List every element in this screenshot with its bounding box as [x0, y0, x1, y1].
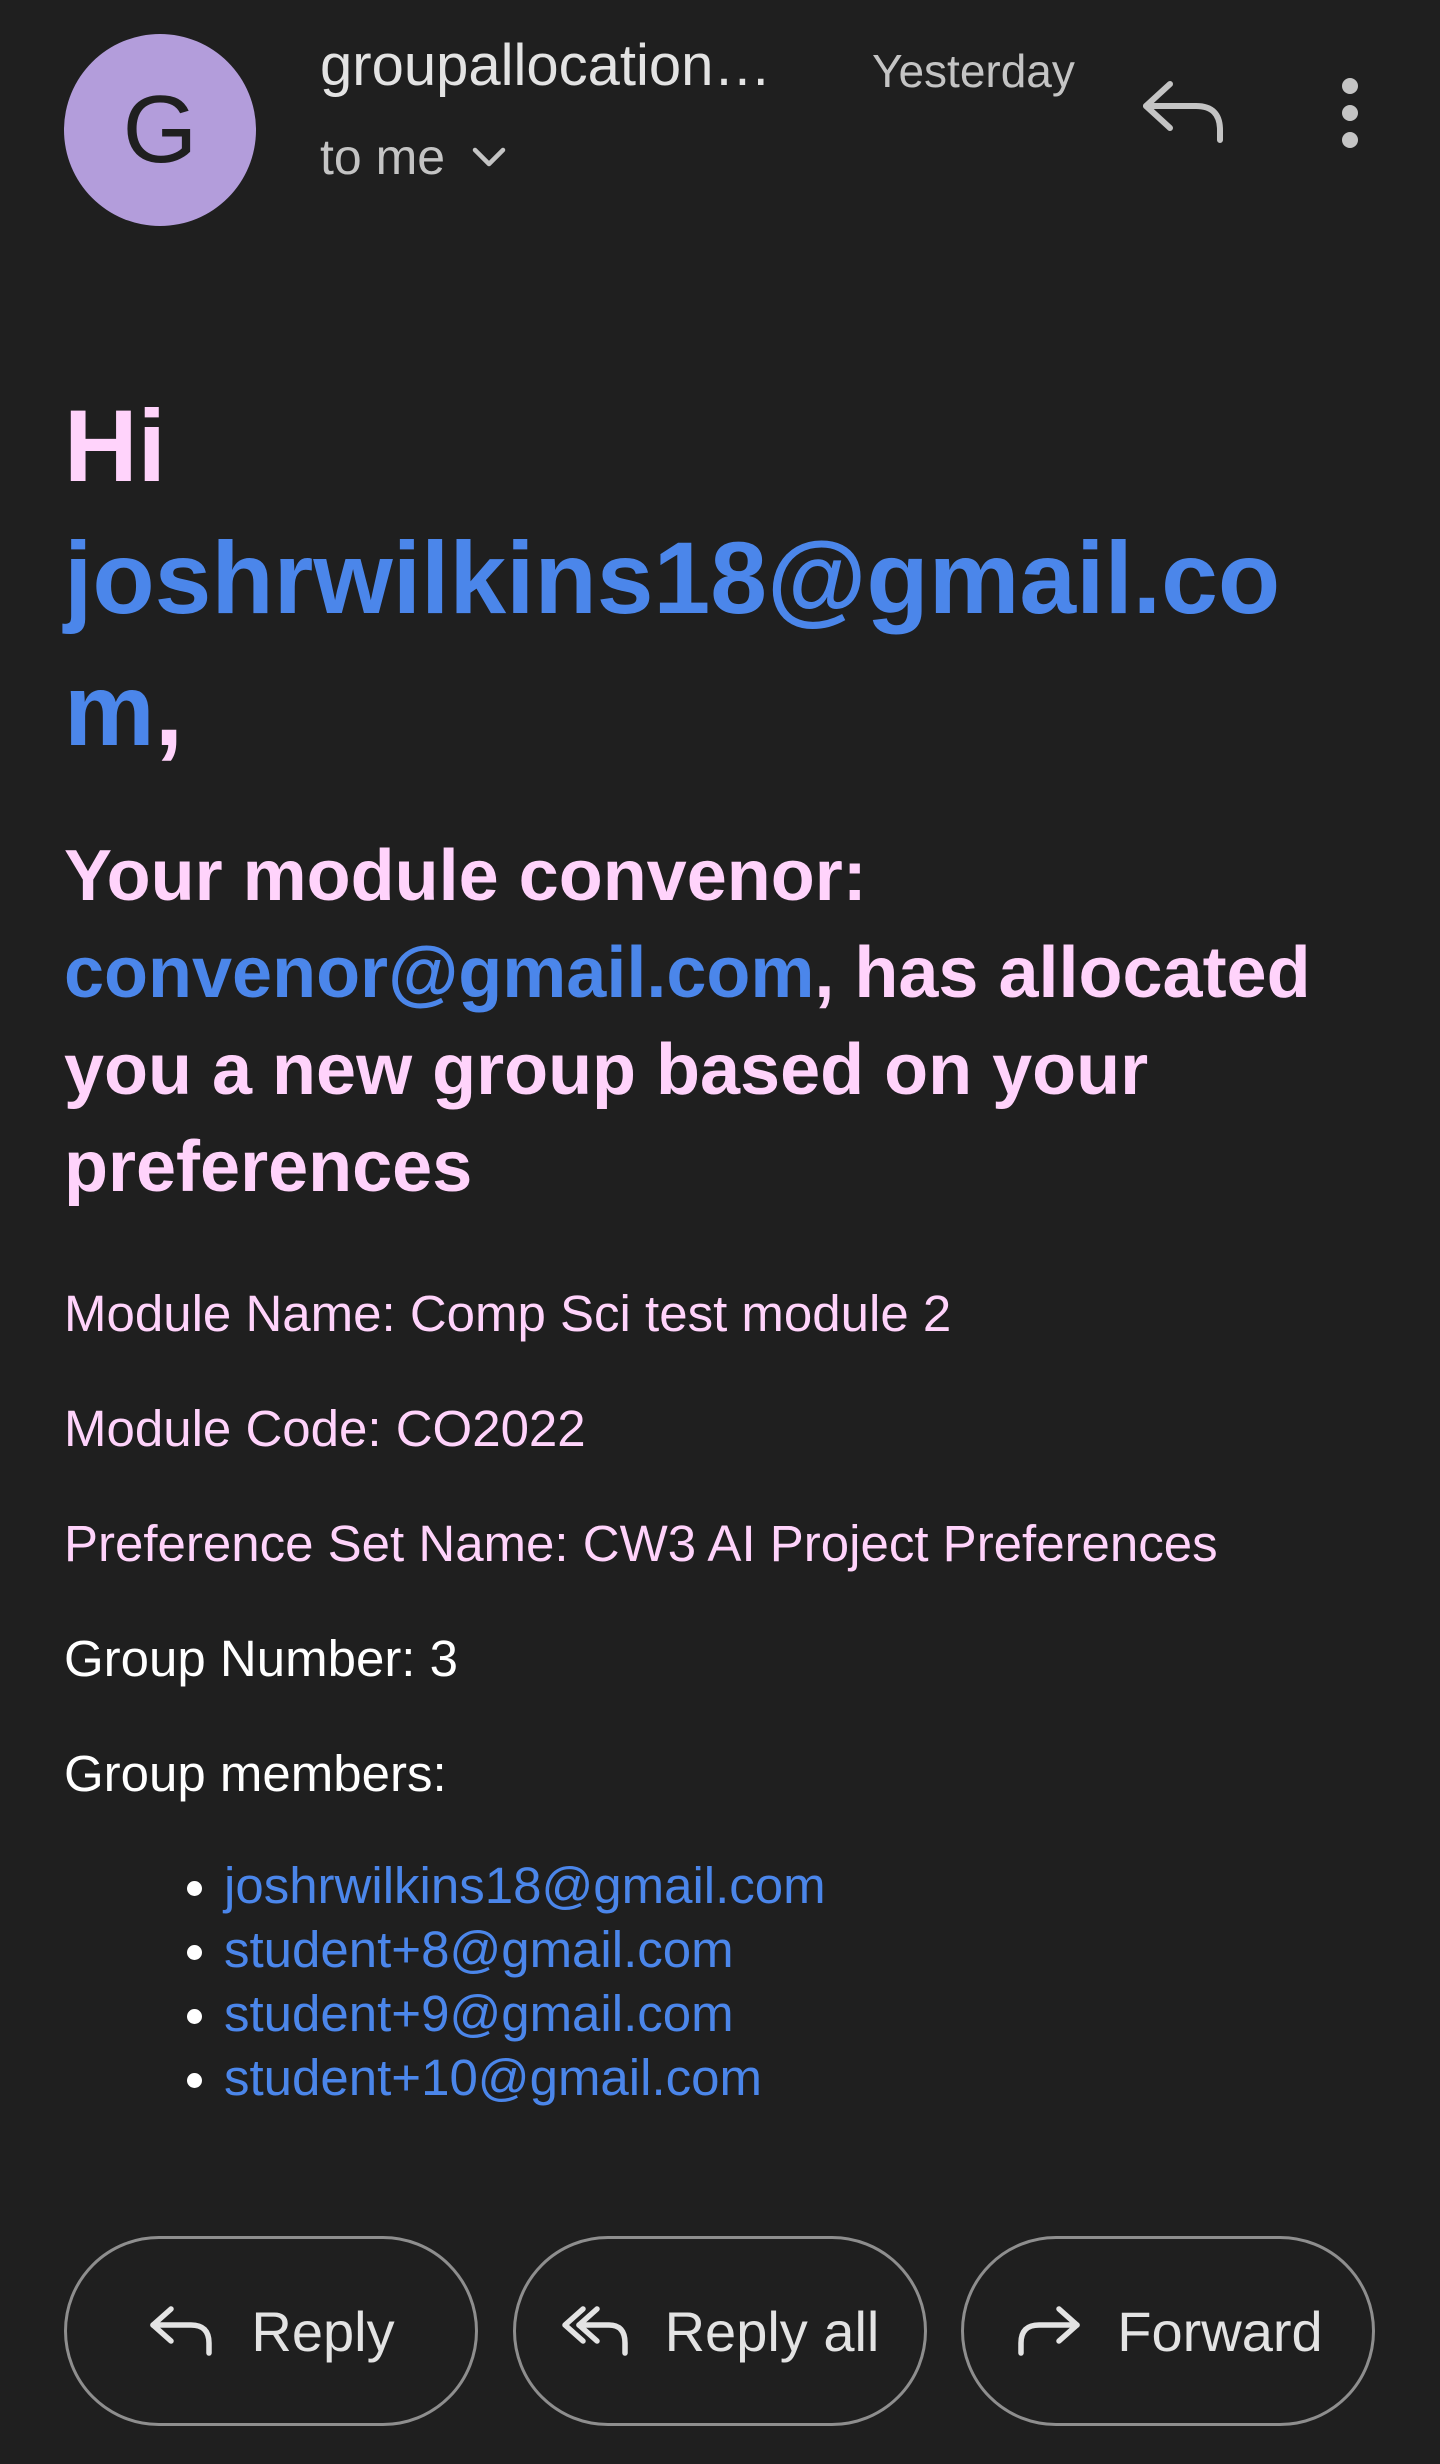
- reply-all-icon: [561, 2306, 628, 2356]
- allocation-heading: Your module convenor: convenor@gmail.com,…: [64, 828, 1354, 1216]
- more-options-icon[interactable]: [1330, 76, 1370, 150]
- message-date: Yesterday: [872, 45, 1075, 97]
- member-email-link[interactable]: student+9@gmail.com: [224, 1985, 734, 2042]
- forward-icon: [1018, 2306, 1081, 2356]
- reply-all-button[interactable]: Reply all: [513, 2236, 927, 2426]
- member-email-link[interactable]: student+8@gmail.com: [224, 1921, 734, 1978]
- sender-avatar[interactable]: G: [64, 34, 256, 226]
- convenor-prefix: Your module convenor:: [64, 836, 867, 916]
- recipient-label: to me: [320, 129, 446, 185]
- list-item: student+9@gmail.com: [224, 1982, 1364, 2046]
- member-email-link[interactable]: joshrwilkins18@gmail.com: [224, 1857, 826, 1914]
- forward-label: Forward: [1117, 2299, 1323, 2363]
- list-item: student+10@gmail.com: [224, 2046, 1364, 2110]
- module-code: Module Code: CO2022: [64, 1400, 586, 1457]
- sender-name[interactable]: groupallocation…: [320, 32, 771, 99]
- recipient-email-link[interactable]: joshrwilkins18@gmail.com: [64, 521, 1280, 767]
- reply-label: Reply: [251, 2299, 395, 2363]
- group-members-list: joshrwilkins18@gmail.com student+8@gmail…: [64, 1854, 1364, 2110]
- greeting-hi: Hi: [64, 389, 166, 503]
- message-header: G groupallocation… Yesterday to me: [0, 0, 1440, 240]
- list-item: student+8@gmail.com: [224, 1918, 1364, 1982]
- chevron-down-icon: [472, 147, 506, 167]
- preference-set-name: Preference Set Name: CW3 AI Project Pref…: [64, 1515, 1218, 1572]
- greeting-heading: Hi joshrwilkins18@gmail.com,: [64, 380, 1364, 776]
- reply-button[interactable]: Reply: [64, 2236, 478, 2426]
- module-name: Module Name: Comp Sci test module 2: [64, 1285, 952, 1342]
- recipient-details-toggle[interactable]: to me: [320, 128, 509, 186]
- forward-button[interactable]: Forward: [961, 2236, 1375, 2426]
- avatar-letter: G: [122, 76, 198, 183]
- convenor-email-link[interactable]: convenor@gmail.com: [64, 933, 814, 1013]
- reply-all-label: Reply all: [664, 2299, 880, 2363]
- reply-icon[interactable]: [1140, 76, 1228, 146]
- list-item: joshrwilkins18@gmail.com: [224, 1854, 1364, 1918]
- reply-icon: [150, 2306, 213, 2356]
- member-email-link[interactable]: student+10@gmail.com: [224, 2049, 762, 2106]
- group-number: Group Number: 3: [64, 1630, 459, 1687]
- greeting-comma: ,: [154, 653, 184, 767]
- message-body: Hi joshrwilkins18@gmail.com, Your module …: [64, 380, 1364, 2110]
- group-members-label: Group members:: [64, 1745, 447, 1802]
